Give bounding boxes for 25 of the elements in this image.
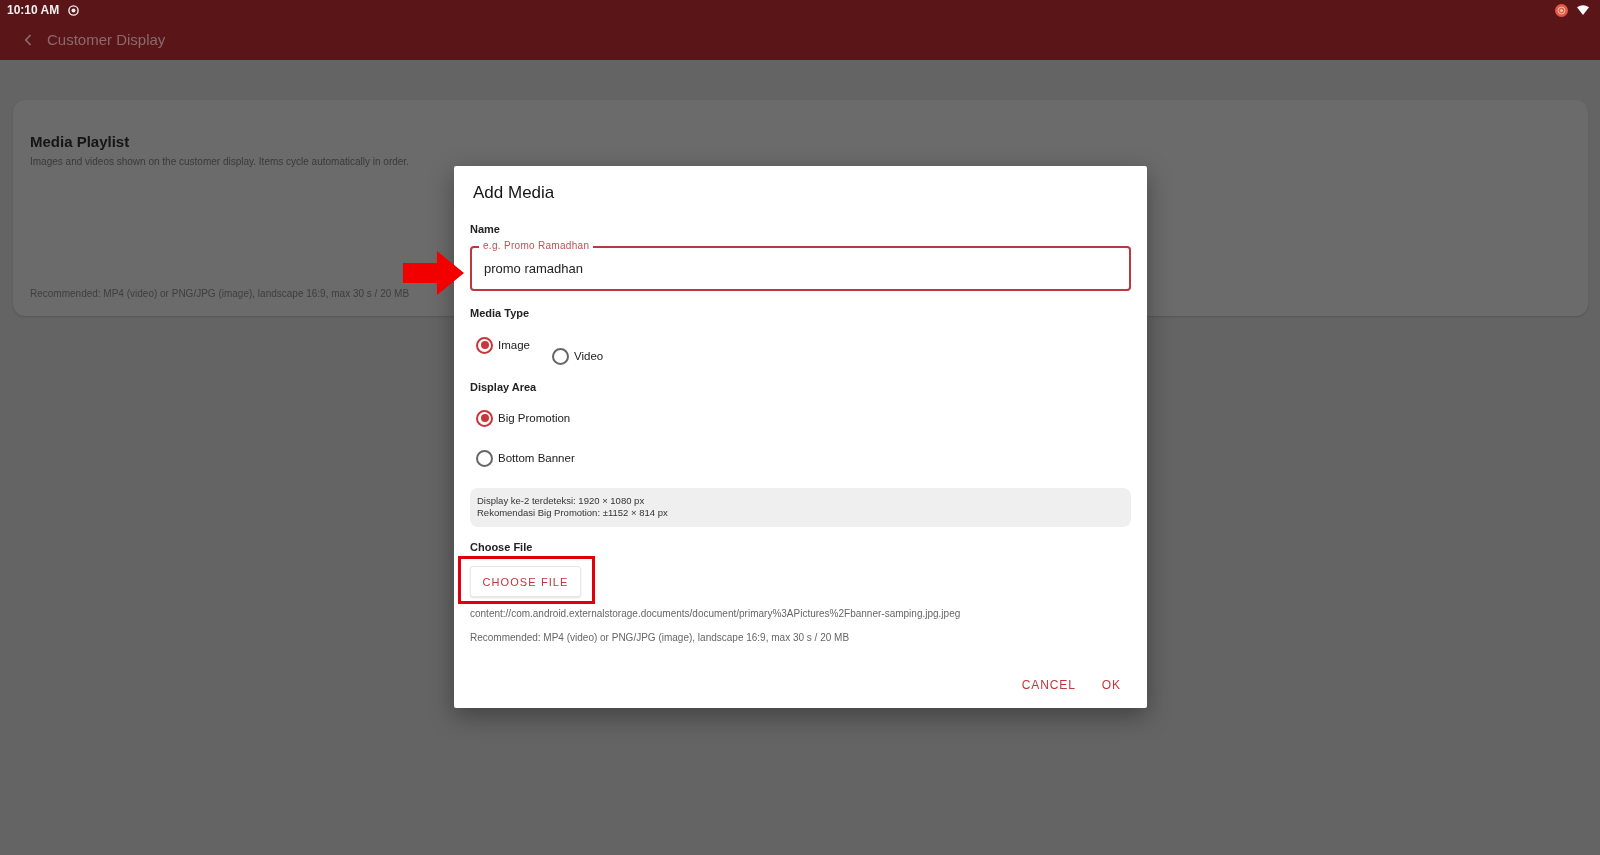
info-text: Display ke-2 terdeteksi: 1920 × 1080 px [477,495,645,507]
screen-title: Customer Display [47,31,166,49]
field-label: Name [470,222,500,236]
radio-option[interactable]: Image [476,333,530,357]
dialog-title: Add Media [473,182,555,204]
radio-option[interactable]: Big Promotion [476,406,571,430]
field-label: Media Type [470,306,530,320]
recording-indicator-icon [1555,3,1568,17]
choose-file-button[interactable]: CHOOSE FILE [470,566,581,597]
radio-option[interactable]: Bottom Banner [476,446,575,470]
dialog-action-button[interactable]: OK [1091,670,1131,700]
radio-option[interactable]: Video [551,344,604,368]
info-text: Rekomendasi Big Promotion: ±1152 × 814 px [477,507,668,519]
dialog-action-button[interactable]: CANCEL [1011,670,1086,700]
card-title: Media Playlist [30,132,130,152]
record-icon [68,4,80,16]
wifi-icon [1577,5,1589,15]
chevron-left-icon [24,34,32,46]
status-time: 10:10 AM [7,3,60,17]
field-label: Display Area [470,380,537,394]
file-path: content://com.android.externalstorage.documents/document/primary%3APictures%2Fbanner-samping.jpg.jpeg [470,608,961,620]
file-note: Recommended: MP4 (video) or PNG/JPG (image), landscape 16:9, max 30 s / 20 MB [470,632,850,644]
back-button[interactable] [22,32,34,48]
field-label: Choose File [470,540,533,554]
floating-label: e.g. Promo Ramadhan [479,240,594,252]
